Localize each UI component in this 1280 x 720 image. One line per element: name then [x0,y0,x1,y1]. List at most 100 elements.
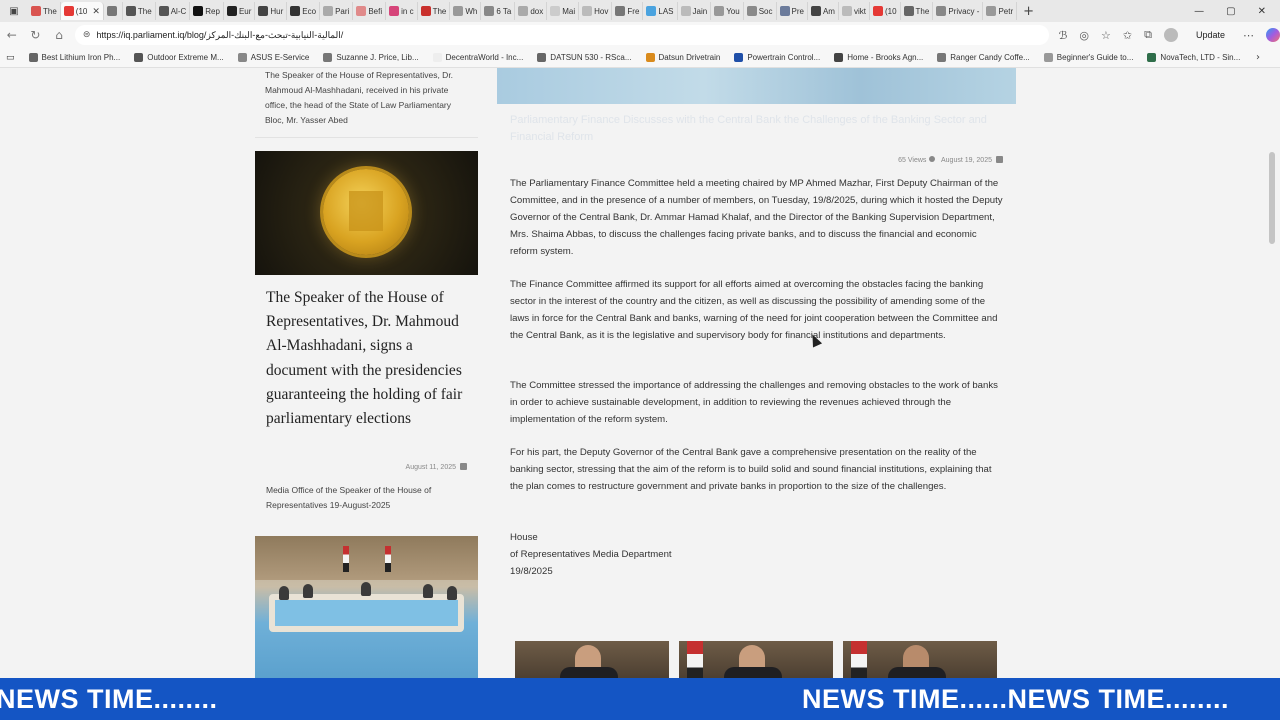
favorite-star-icon[interactable]: ☆ [1101,29,1111,42]
tab-label: Rep [205,6,220,16]
browser-tab[interactable]: Soc [744,2,777,20]
profile-avatar[interactable] [1163,28,1178,42]
browser-tab[interactable]: Al-C [156,2,191,20]
tab-favicon-icon [680,6,691,16]
previous-card-excerpt[interactable]: The Speaker of the House of Representati… [265,68,470,128]
browser-tab[interactable]: The [28,2,61,20]
browser-tab[interactable]: LAS [643,2,678,20]
page-scrollbar[interactable] [1264,68,1280,678]
browser-tab[interactable]: 6 Ta [481,2,516,20]
related-photo[interactable] [679,641,833,678]
page-viewport: The Speaker of the House of Representati… [0,68,1264,678]
browser-tab[interactable]: The [418,2,451,20]
bookmark-item[interactable]: Powertrain Control... [734,53,820,62]
browser-tab[interactable]: dox [515,2,548,20]
bookmark-item[interactable]: Best Lithium Iron Ph... [28,53,120,62]
bookmarks-menu-icon[interactable]: ▭ [6,53,15,63]
tab-actions-icon[interactable]: ▣ [0,0,28,22]
browser-tab[interactable]: Wh [450,2,482,20]
person-figure [447,586,457,600]
browser-tab[interactable]: Jain [678,2,712,20]
bookmark-item[interactable]: Home - Brooks Agn... [834,53,923,62]
browser-tab[interactable]: Am [808,2,839,20]
new-tab-icon[interactable]: + [1023,4,1034,19]
browser-tab[interactable]: Privacy - [933,2,984,20]
bookmark-item[interactable]: Beginner's Guide to... [1043,53,1133,62]
browser-tab[interactable]: Eco [287,2,321,20]
bookmark-item[interactable]: Datsun Drivetrain [645,53,720,62]
tab-label: Petr [998,6,1014,16]
tab-label: (10 [75,6,88,16]
update-button[interactable]: Update [1190,28,1231,42]
site-info-icon[interactable]: ⊜ [83,30,91,40]
bookmark-item[interactable]: NovaTech, LTD - Sin... [1147,53,1240,62]
refresh-icon[interactable]: ↻ [24,28,48,42]
browser-tab[interactable]: (10 ✕ [60,2,104,20]
back-icon[interactable]: ← [0,28,24,42]
bookmark-item[interactable]: DATSUN 530 - RSca... [537,53,632,62]
bookmark-favicon-icon [734,53,744,62]
more-menu-icon[interactable]: ⋯ [1243,29,1254,42]
home-icon[interactable]: ⌂ [47,28,71,42]
tab-label: Pre [791,6,804,16]
browser-tab[interactable]: Pari [320,2,354,20]
browser-tab[interactable]: Hov [579,2,613,20]
tab-label: Eco [302,6,317,16]
browser-tab[interactable]: vikt [839,2,870,20]
feature-news-title[interactable]: The Speaker of the House of Representati… [266,286,471,431]
tab-label: The [137,6,152,16]
browser-tab[interactable]: Hur [255,2,288,20]
tab-label: Befi [368,6,383,16]
tab-favicon-icon [903,6,914,16]
browser-tab[interactable]: Fre [612,2,644,20]
ticker-text-left: NEWS TIME........ [0,684,218,714]
bookmark-item[interactable]: ASUS E-Service [237,53,309,62]
browser-tab[interactable]: Mai [547,2,580,20]
browser-tab[interactable]: Rep [190,2,224,20]
tab-label: in c [401,6,414,16]
collections-icon[interactable]: ⧉ [1144,28,1152,42]
browser-tab[interactable]: (10 [870,2,901,20]
browser-tab[interactable]: in c [386,2,418,20]
browser-tab[interactable]: The [901,2,934,20]
maximize-icon[interactable]: ▢ [1226,6,1235,17]
url-input[interactable]: ⊜ https://iq.parliament.iq/blog/المالية-… [74,25,1049,45]
tab-favicon-icon [779,6,790,16]
close-window-icon[interactable]: ✕ [1258,6,1266,17]
tab-label: vikt [853,6,866,16]
tab-favicon-icon [841,6,852,16]
copilot-icon[interactable] [1266,28,1280,42]
translate-icon[interactable]: ℬ [1059,29,1068,42]
meeting-room-image[interactable] [255,536,478,678]
browser-tab[interactable]: You [711,2,744,20]
browser-tab[interactable]: Petr [983,2,1018,20]
gold-coin-image[interactable] [255,151,478,275]
tab-favicon-icon [582,6,593,16]
reader-icon[interactable]: ◎ [1079,29,1089,42]
browser-tab[interactable]: The [123,2,156,20]
tab-favicon-icon [63,6,74,16]
bookmark-item[interactable]: DecentraWorld - Inc... [432,53,523,62]
views-count: 65 Views [898,157,927,164]
bookmarks-overflow-icon[interactable]: › [1256,52,1260,63]
minimize-icon[interactable]: — [1194,6,1204,17]
browser-tab[interactable] [104,2,123,20]
related-photo[interactable] [515,641,669,678]
favorites-icon[interactable]: ✩ [1123,29,1132,42]
browser-tab[interactable]: Befi [353,2,387,20]
bookmark-item[interactable]: Ranger Candy Coffe... [937,53,1030,62]
tab-favicon-icon [810,6,821,16]
article-paragraph: The Committee stressed the importance of… [510,380,998,425]
tab-close-icon[interactable]: ✕ [92,6,100,17]
bookmark-item[interactable]: Suzanne J. Price, Lib... [323,53,419,62]
bookmarks-bar: ▭ Best Lithium Iron Ph... Outdoor Extreme… [0,48,1280,68]
tab-favicon-icon [453,6,464,16]
bookmark-item[interactable]: Outdoor Extreme M... [134,53,224,62]
related-photo[interactable] [843,641,997,678]
tab-label: The [915,6,930,16]
browser-tab[interactable]: Pre [777,2,808,20]
browser-tab[interactable]: Eur [224,2,256,20]
tab-label: You [726,6,740,16]
tab-favicon-icon [714,6,725,16]
scrollbar-thumb[interactable] [1269,152,1275,244]
